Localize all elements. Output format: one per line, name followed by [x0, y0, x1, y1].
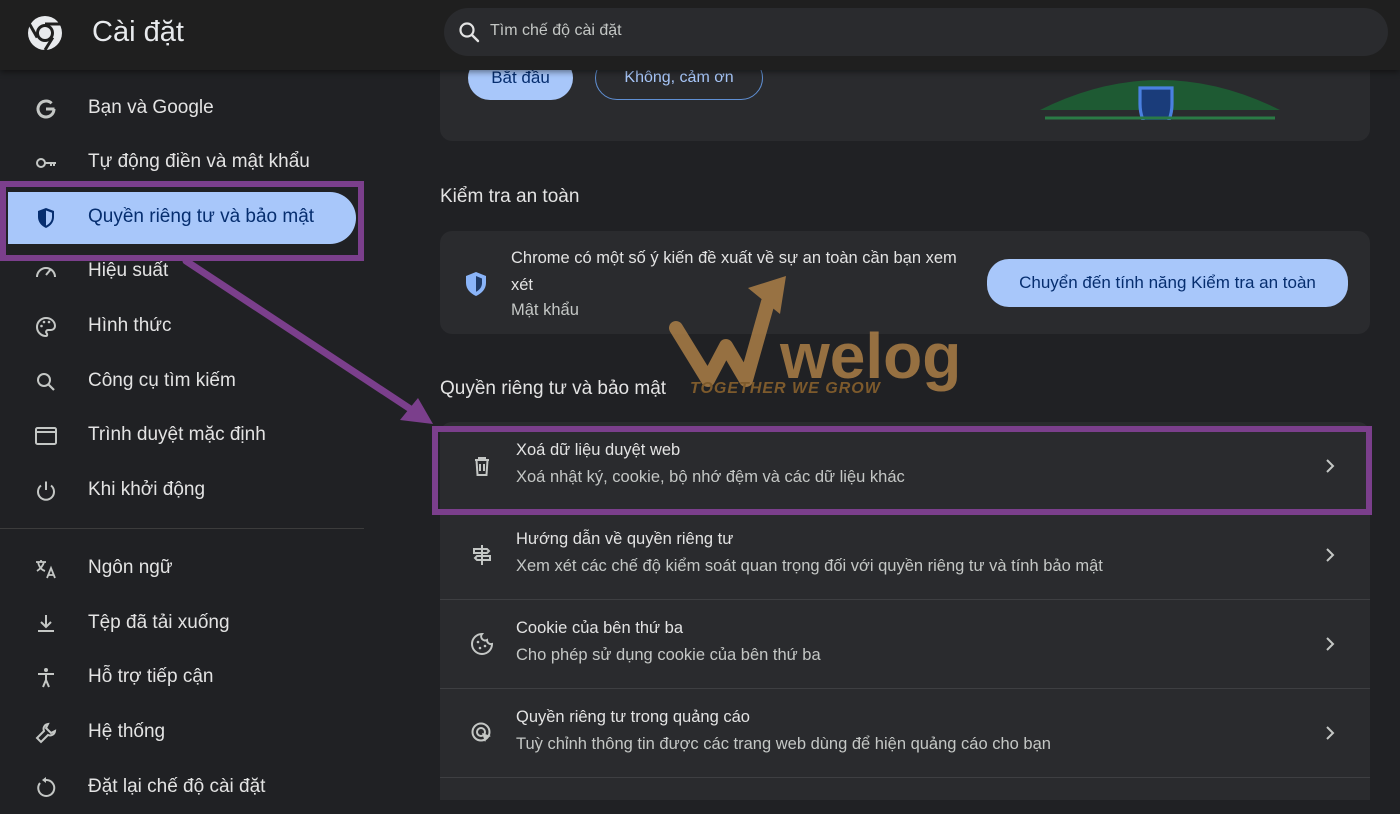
watermark-tagline: TOGETHER WE GROW: [690, 380, 881, 397]
speedometer-icon: [36, 267, 56, 278]
power-icon: [37, 481, 55, 501]
sidebar-divider: [0, 528, 364, 529]
palette-icon: [36, 316, 57, 338]
chevron-right-icon: [1326, 726, 1335, 740]
next-row-partial[interactable]: [440, 778, 1370, 800]
safety-check-heading: Kiểm tra an toàn: [440, 186, 580, 207]
sidebar-item-label: Khi khởi động: [88, 479, 206, 500]
sidebar-item-label: Đặt lại chế độ cài đặt: [88, 776, 266, 797]
go-to-safety-check-button[interactable]: Chuyển đến tính năng Kiểm tra an toàn: [987, 259, 1348, 307]
chevron-right-icon: [1326, 637, 1335, 651]
row-title: Cookie của bên thứ ba: [516, 619, 683, 637]
row-subtitle: Xem xét các chế độ kiểm soát quan trọng …: [516, 557, 1103, 575]
cookie-icon: [471, 632, 494, 655]
row-subtitle: Tuỳ chỉnh thông tin được các trang web d…: [516, 735, 1051, 753]
sidebar-item-label: Hình thức: [88, 315, 172, 336]
sidebar-item-system[interactable]: Hệ thống: [0, 707, 364, 759]
sidebar-item-on-startup[interactable]: Khi khởi động: [0, 465, 364, 517]
privacy-heading: Quyền riêng tư và bảo mật: [440, 378, 667, 399]
safety-check-detail: Mật khẩu: [511, 301, 579, 319]
sidebar-item-label: Tự động điền và mật khẩu: [88, 151, 310, 172]
ad-privacy-icon: [471, 722, 491, 742]
page-title: Cài đặt: [92, 16, 184, 48]
sidebar-item-label: Công cụ tìm kiếm: [88, 370, 236, 391]
sidebar-item-label: Bạn và Google: [88, 97, 214, 118]
sidebar-item-label: Ngôn ngữ: [88, 557, 173, 578]
translate-icon: [36, 560, 56, 579]
row-title: Xoá dữ liệu duyệt web: [516, 441, 681, 459]
row-title: Quyền riêng tư trong quảng cáo: [516, 708, 750, 726]
sidebar-item-search-engine[interactable]: Công cụ tìm kiếm: [0, 356, 364, 408]
wrench-icon: [35, 722, 57, 744]
key-icon: [36, 158, 56, 168]
sidebar-item-you-and-google[interactable]: Bạn và Google: [0, 83, 364, 135]
chrome-logo-icon: [28, 16, 62, 51]
sidebar-item-label: Tệp đã tải xuống: [88, 612, 230, 633]
clear-browsing-data-row[interactable]: Xoá dữ liệu duyệt web Xoá nhật ký, cooki…: [440, 422, 1370, 510]
shield-icon: [38, 208, 54, 228]
search-input[interactable]: Tìm chế độ cài đặt: [490, 22, 622, 40]
sidebar-item-downloads[interactable]: Tệp đã tải xuống: [0, 598, 364, 650]
third-party-cookies-row[interactable]: Cookie của bên thứ ba Cho phép sử dụng c…: [440, 600, 1370, 688]
search-icon: [459, 22, 480, 43]
signpost-icon: [473, 545, 491, 565]
browser-window-icon: [35, 427, 57, 445]
search-icon: [37, 373, 55, 391]
reset-icon: [37, 777, 56, 797]
google-g-icon: [36, 99, 56, 119]
sidebar-item-autofill[interactable]: Tự động điền và mật khẩu: [0, 137, 364, 189]
sidebar-item-languages[interactable]: Ngôn ngữ: [0, 543, 364, 595]
sidebar-item-privacy[interactable]: Quyền riêng tư và bảo mật: [0, 192, 364, 244]
main-content: Bắt đầu Không, cảm ơn Kiểm tra an toàn C…: [440, 0, 1370, 800]
sidebar-item-label: Hệ thống: [88, 721, 166, 742]
sidebar-item-appearance[interactable]: Hình thức: [0, 301, 364, 353]
row-title: Hướng dẫn về quyền riêng tư: [516, 530, 734, 548]
safety-check-message: Chrome có một số ý kiến đề xuất về sự an…: [511, 249, 957, 294]
sidebar-item-default-browser[interactable]: Trình duyệt mặc định: [0, 410, 364, 462]
trash-icon: [475, 457, 489, 476]
sidebar-item-label: Hỗ trợ tiếp cận: [88, 666, 214, 687]
sidebar-item-label: Hiệu suất: [88, 260, 169, 281]
accessibility-icon: [38, 668, 54, 688]
search-box[interactable]: Tìm chế độ cài đặt: [444, 8, 1388, 56]
sidebar-item-reset[interactable]: Đặt lại chế độ cài đặt: [0, 762, 364, 814]
sidebar-item-label: Trình duyệt mặc định: [88, 424, 266, 445]
sidebar-item-label: Quyền riêng tư và bảo mật: [88, 206, 315, 227]
ad-privacy-row[interactable]: Quyền riêng tư trong quảng cáo Tuỳ chỉnh…: [440, 689, 1370, 777]
privacy-guide-row[interactable]: Hướng dẫn về quyền riêng tư Xem xét các …: [440, 511, 1370, 599]
download-icon: [38, 615, 54, 632]
sidebar-item-accessibility[interactable]: Hỗ trợ tiếp cận: [0, 652, 364, 704]
row-subtitle: Cho phép sử dụng cookie của bên thứ ba: [516, 646, 821, 664]
sidebar-item-performance[interactable]: Hiệu suất: [0, 246, 364, 298]
security-shield-icon: [466, 272, 486, 296]
chevron-right-icon: [1326, 548, 1335, 562]
safety-check-card: Chrome có một số ý kiến đề xuất về sự an…: [440, 231, 1370, 334]
sidebar: Bạn và Google Tự động điền và mật khẩu Q…: [0, 70, 364, 800]
chevron-right-icon: [1326, 459, 1335, 473]
row-subtitle: Xoá nhật ký, cookie, bộ nhớ đệm và các d…: [516, 468, 905, 486]
top-bar: Cài đặt Tìm chế độ cài đặt: [0, 0, 1400, 70]
